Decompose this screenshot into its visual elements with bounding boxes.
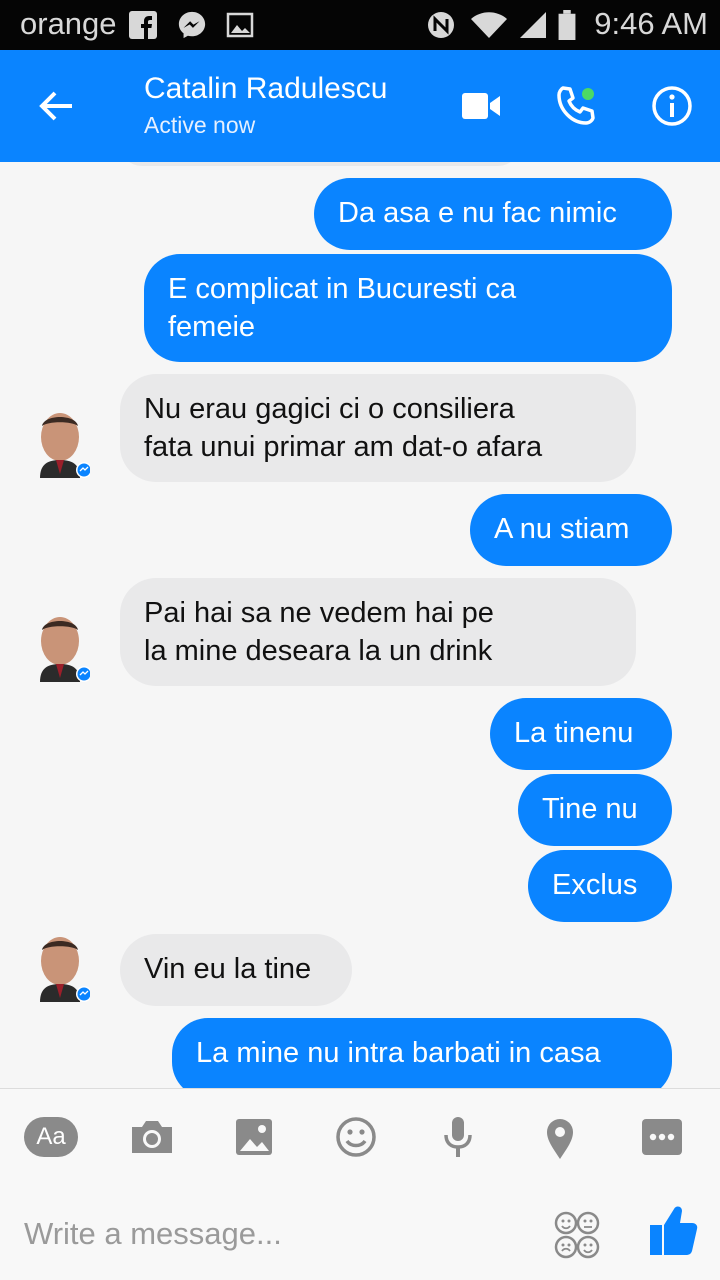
info-icon[interactable] xyxy=(650,84,694,128)
microphone-icon[interactable] xyxy=(430,1113,486,1161)
carrier-name: orange xyxy=(20,6,117,41)
message-bubble-incoming[interactable]: Pai hai sa ne vedem hai pe la mine desea… xyxy=(120,578,636,686)
conversation-header: Catalin Radulescu Active now xyxy=(0,50,720,162)
camera-icon[interactable] xyxy=(124,1113,180,1161)
message-bubble-outgoing[interactable]: Tine nu xyxy=(518,774,672,846)
contact-avatar[interactable] xyxy=(30,932,90,1002)
contact-name[interactable]: Catalin Radulescu xyxy=(144,72,387,106)
active-status: Active now xyxy=(144,112,256,138)
location-icon[interactable] xyxy=(532,1113,588,1161)
image-icon[interactable] xyxy=(226,1113,282,1161)
stickers-icon[interactable] xyxy=(552,1209,604,1261)
phone-call-icon[interactable] xyxy=(554,84,598,128)
status-bar: orange 9:46 AM xyxy=(0,0,720,50)
clock: 9:46 AM xyxy=(594,6,708,41)
like-thumb-icon[interactable] xyxy=(644,1201,698,1259)
message-bubble-partial xyxy=(120,162,520,166)
emoji-icon[interactable] xyxy=(328,1113,384,1161)
message-bubble-outgoing[interactable]: La mine nu intra barbati in casa xyxy=(172,1018,672,1088)
back-arrow-icon[interactable] xyxy=(36,86,76,126)
messenger-icon xyxy=(178,11,206,39)
facebook-icon xyxy=(129,11,157,39)
text-format-button[interactable]: Aa xyxy=(24,1117,78,1157)
signal-icon xyxy=(520,12,546,38)
message-bubble-outgoing[interactable]: Exclus xyxy=(528,850,672,922)
message-bubble-outgoing[interactable]: A nu stiam xyxy=(470,494,672,566)
message-bubble-outgoing[interactable]: Da asa e nu fac nimic xyxy=(314,178,672,250)
contact-avatar[interactable] xyxy=(30,612,90,682)
message-bubble-outgoing[interactable]: E complicat in Bucuresti ca femeie xyxy=(144,254,672,362)
message-bubble-outgoing[interactable]: La tinenu xyxy=(490,698,672,770)
contact-avatar xyxy=(30,162,90,174)
message-bubble-incoming[interactable]: Nu erau gagici ci o consiliera fata unui… xyxy=(120,374,636,482)
composer-toolbar: Aa xyxy=(0,1088,720,1280)
message-input[interactable] xyxy=(24,1209,524,1259)
more-icon[interactable] xyxy=(634,1113,690,1161)
battery-icon xyxy=(558,10,576,40)
message-list[interactable]: Da asa e nu fac nimic E complicat in Buc… xyxy=(0,162,720,1088)
video-call-icon[interactable] xyxy=(460,90,502,122)
nfc-icon xyxy=(428,12,454,38)
gallery-icon xyxy=(226,12,254,38)
message-bubble-incoming[interactable]: Vin eu la tine xyxy=(120,934,352,1006)
contact-avatar[interactable] xyxy=(30,408,90,478)
wifi-icon xyxy=(471,12,507,38)
